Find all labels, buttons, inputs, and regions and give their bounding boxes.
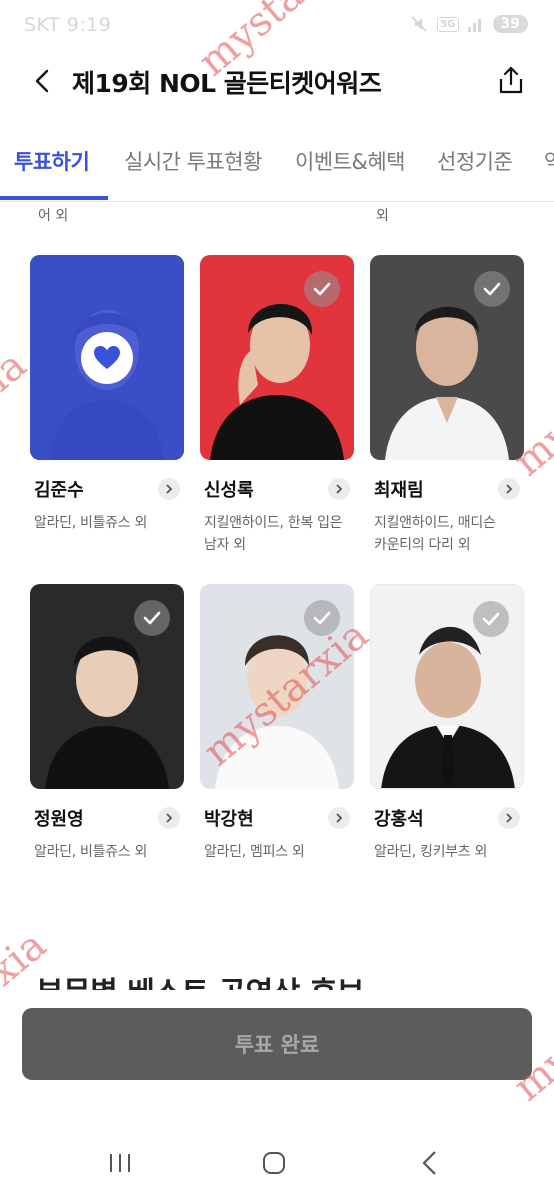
recent-apps-icon[interactable] <box>107 1152 133 1174</box>
candidate-photo[interactable] <box>370 584 524 789</box>
chevron-right-icon <box>166 813 173 823</box>
partial-works-right: 외 <box>376 208 389 224</box>
check-icon <box>483 282 501 296</box>
tab-bar: 투표하기 실시간 투표현황 이벤트&혜택 선정기준 역 <box>0 130 554 202</box>
vote-check[interactable] <box>134 600 170 636</box>
tab-more[interactable]: 역 <box>544 146 554 176</box>
candidate-works: 알라딘, 비틀쥬스 외 <box>34 844 148 860</box>
share-icon[interactable] <box>496 64 526 96</box>
candidate-name: 강홍석 <box>374 809 424 830</box>
candidate-works: 지킬앤하이드, 매디슨 카운티의 다리 외 <box>374 515 496 553</box>
candidate-photo[interactable] <box>200 584 354 789</box>
battery-indicator: 39 <box>492 15 528 33</box>
vote-check[interactable] <box>474 271 510 307</box>
candidate-name: 최재림 <box>374 480 424 501</box>
heart-icon <box>94 346 120 369</box>
page-title: 제19회 NOL 골든티켓어워즈 <box>72 69 382 98</box>
app-header: 제19회 NOL 골든티켓어워즈 <box>0 52 554 108</box>
detail-button[interactable] <box>328 807 350 829</box>
check-icon <box>313 611 331 625</box>
candidate-name: 박강현 <box>204 809 254 830</box>
candidate-works: 알라딘, 멤피스 외 <box>204 844 305 860</box>
candidate-card[interactable]: 정원영 알라딘, 비틀쥬스 외 <box>30 584 184 863</box>
candidate-photo[interactable] <box>30 584 184 789</box>
section-title: 부문별 베스트 공연상 후보 <box>36 968 364 992</box>
candidate-photo[interactable] <box>370 255 524 460</box>
active-tab-indicator <box>0 196 108 200</box>
chevron-right-icon <box>336 813 343 823</box>
vote-check[interactable] <box>304 600 340 636</box>
check-icon <box>482 612 500 626</box>
candidate-name: 김준수 <box>34 480 84 501</box>
heart-badge <box>81 332 133 384</box>
detail-button[interactable] <box>498 478 520 500</box>
candidate-card[interactable]: 강홍석 알라딘, 킹키부츠 외 <box>370 584 524 863</box>
tab-live-results[interactable]: 실시간 투표현황 <box>124 146 262 176</box>
network-badge: 5G <box>437 16 459 32</box>
chevron-right-icon <box>166 484 173 494</box>
candidate-name: 정원영 <box>34 809 84 830</box>
detail-button[interactable] <box>158 478 180 500</box>
chevron-right-icon <box>506 813 513 823</box>
check-icon <box>143 611 161 625</box>
tab-events[interactable]: 이벤트&혜택 <box>295 146 405 176</box>
candidate-card[interactable]: 최재림 지킬앤하이드, 매디슨 카운티의 다리 외 <box>370 255 524 556</box>
candidate-card[interactable]: 김준수 알라딘, 비틀쥬스 외 <box>30 255 184 534</box>
detail-button[interactable] <box>158 807 180 829</box>
candidate-card[interactable]: 신성록 지킬앤하이드, 한복 입은 남자 외 <box>200 255 354 556</box>
signal-icon <box>467 19 481 32</box>
vote-check[interactable] <box>473 601 509 637</box>
mute-icon <box>411 16 427 32</box>
chevron-left-icon[interactable] <box>28 66 58 96</box>
tab-vote[interactable]: 투표하기 <box>14 146 90 176</box>
status-bar: SKT 9:19 5G 39 <box>0 0 554 52</box>
back-icon[interactable] <box>420 1150 440 1176</box>
system-nav-bar <box>0 1120 554 1200</box>
tab-criteria[interactable]: 선정기준 <box>437 146 513 176</box>
candidate-card[interactable]: 박강현 알라딘, 멤피스 외 <box>200 584 354 863</box>
vote-check[interactable] <box>304 271 340 307</box>
candidate-photo[interactable] <box>200 255 354 460</box>
candidate-photo[interactable] <box>30 255 184 460</box>
status-icons: 5G 39 <box>409 14 528 34</box>
detail-button[interactable] <box>328 478 350 500</box>
candidate-works: 알라딘, 비틀쥬스 외 <box>34 515 148 531</box>
status-time: SKT 9:19 <box>24 14 112 36</box>
candidate-works: 알라딘, 킹키부츠 외 <box>374 844 488 860</box>
chevron-right-icon <box>506 484 513 494</box>
home-icon[interactable] <box>262 1151 286 1175</box>
detail-button[interactable] <box>498 807 520 829</box>
bottom-action-area: 투표 완료 <box>0 990 554 1100</box>
partial-works-left: 어 외 <box>38 208 69 224</box>
vote-complete-button[interactable]: 투표 완료 <box>22 1008 532 1080</box>
candidate-name: 신성록 <box>204 480 254 501</box>
chevron-right-icon <box>336 484 343 494</box>
candidate-works: 지킬앤하이드, 한복 입은 남자 외 <box>204 515 343 553</box>
check-icon <box>313 282 331 296</box>
